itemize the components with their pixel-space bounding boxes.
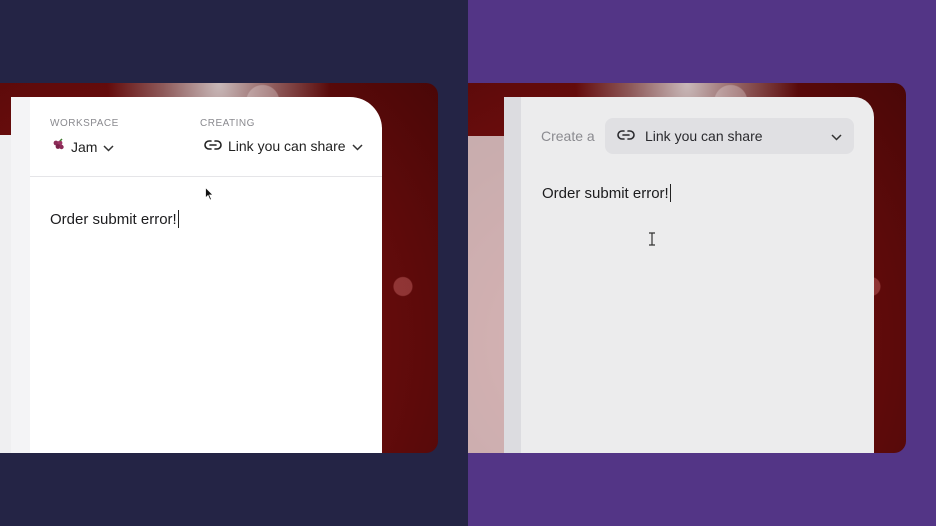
link-type-dropdown[interactable]: Link you can share — [605, 118, 854, 154]
chevron-down-icon — [352, 138, 363, 154]
creating-type-picker[interactable]: Link you can share — [204, 138, 363, 154]
workspace-picker[interactable]: Jam — [51, 138, 114, 155]
message-editor[interactable]: Order submit error! — [542, 184, 671, 202]
header-divider — [30, 176, 382, 177]
creating-type-value: Link you can share — [228, 138, 346, 154]
link-icon — [204, 138, 222, 154]
creating-label: CREATING — [200, 118, 255, 129]
grape-icon — [51, 138, 65, 155]
workspace-label: WORKSPACE — [50, 118, 119, 129]
create-card: WORKSPACE Jam CREATING Link you can shar… — [30, 97, 382, 453]
message-text: Order submit error! — [50, 211, 177, 228]
message-text: Order submit error! — [542, 185, 669, 202]
create-a-label: Create a — [541, 128, 595, 144]
right-scene: Create a Link you can share Order submit… — [468, 0, 936, 526]
left-side-rail — [11, 97, 30, 453]
text-caret — [177, 210, 179, 228]
left-window-edge — [0, 135, 11, 453]
right-window-edge — [468, 136, 504, 453]
text-caret — [669, 184, 671, 202]
create-card-dimmed: Create a Link you can share Order submit… — [521, 97, 874, 453]
text-cursor-icon — [648, 232, 656, 249]
workspace-value: Jam — [71, 138, 98, 155]
right-side-rail — [504, 97, 521, 453]
dropdown-value: Link you can share — [645, 128, 763, 144]
message-editor[interactable]: Order submit error! — [50, 210, 179, 228]
left-scene: WORKSPACE Jam CREATING Link you can shar… — [0, 0, 468, 526]
chevron-down-icon — [831, 128, 842, 144]
chevron-down-icon — [103, 139, 114, 155]
link-icon — [617, 128, 635, 144]
